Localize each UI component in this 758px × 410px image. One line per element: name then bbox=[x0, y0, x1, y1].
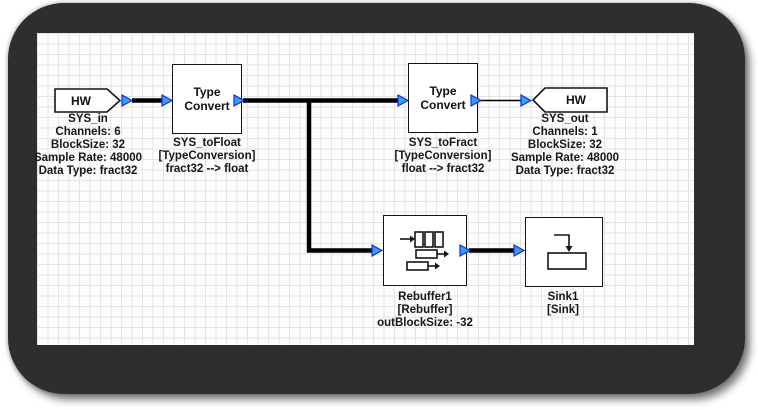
block-prop-datatype: Data Type: fract32 bbox=[500, 165, 630, 178]
label-group-sys-out: SYS_out Channels: 1 BlockSize: 32 Sample… bbox=[500, 113, 630, 178]
block-title-line2: Convert bbox=[184, 99, 229, 113]
diagram-canvas[interactable]: HW Type Convert Type Convert HW bbox=[37, 33, 694, 345]
label-group-sys-tofloat: SYS_toFloat [TypeConversion] fract32 -->… bbox=[142, 137, 272, 176]
block-type: [TypeConversion] bbox=[378, 150, 508, 163]
block-sink1[interactable] bbox=[525, 217, 603, 287]
block-prop-datatype: Data Type: fract32 bbox=[23, 165, 153, 178]
block-name: SYS_out bbox=[500, 113, 630, 126]
block-sys-out[interactable]: HW bbox=[532, 87, 608, 113]
block-name: SYS_toFloat bbox=[142, 137, 272, 150]
block-prop-blocksize: BlockSize: 32 bbox=[23, 139, 153, 152]
block-title-line2: Convert bbox=[420, 98, 465, 112]
label-group-rebuffer1: Rebuffer1 [Rebuffer] outBlockSize: -32 bbox=[360, 291, 490, 330]
block-prop-samplerate: Sample Rate: 48000 bbox=[500, 152, 630, 165]
block-name: SYS_toFract bbox=[378, 137, 508, 150]
sink-icon bbox=[526, 218, 601, 285]
wire-branch-to-rebuffer[interactable] bbox=[309, 101, 373, 251]
block-sys-tofloat[interactable]: Type Convert bbox=[172, 64, 242, 134]
block-sys-in[interactable]: HW bbox=[54, 88, 121, 113]
block-prop-channels: Channels: 1 bbox=[500, 126, 630, 139]
block-title-line1: Type bbox=[184, 85, 229, 99]
label-group-sys-in: SYS_in Channels: 6 BlockSize: 32 Sample … bbox=[23, 113, 153, 178]
label-group-sink1: Sink1 [Sink] bbox=[498, 291, 628, 317]
block-name: Sink1 bbox=[498, 291, 628, 304]
block-type: [Rebuffer] bbox=[360, 304, 490, 317]
block-name: SYS_in bbox=[23, 113, 153, 126]
block-type: [TypeConversion] bbox=[142, 150, 272, 163]
block-title-line1: Type bbox=[420, 84, 465, 98]
block-title: HW bbox=[54, 88, 108, 113]
block-sys-tofract[interactable]: Type Convert bbox=[408, 63, 478, 133]
block-param: outBlockSize: -32 bbox=[360, 317, 490, 330]
block-conversion: float --> fract32 bbox=[378, 163, 508, 176]
block-name: Rebuffer1 bbox=[360, 291, 490, 304]
block-prop-blocksize: BlockSize: 32 bbox=[500, 139, 630, 152]
block-title: HW bbox=[545, 87, 607, 113]
rebuffer-icon bbox=[384, 216, 464, 283]
block-prop-channels: Channels: 6 bbox=[23, 126, 153, 139]
label-group-sys-tofract: SYS_toFract [TypeConversion] float --> f… bbox=[378, 137, 508, 176]
block-prop-samplerate: Sample Rate: 48000 bbox=[23, 152, 153, 165]
block-conversion: fract32 --> float bbox=[142, 163, 272, 176]
block-rebuffer1[interactable] bbox=[383, 215, 467, 286]
block-type: [Sink] bbox=[498, 304, 628, 317]
